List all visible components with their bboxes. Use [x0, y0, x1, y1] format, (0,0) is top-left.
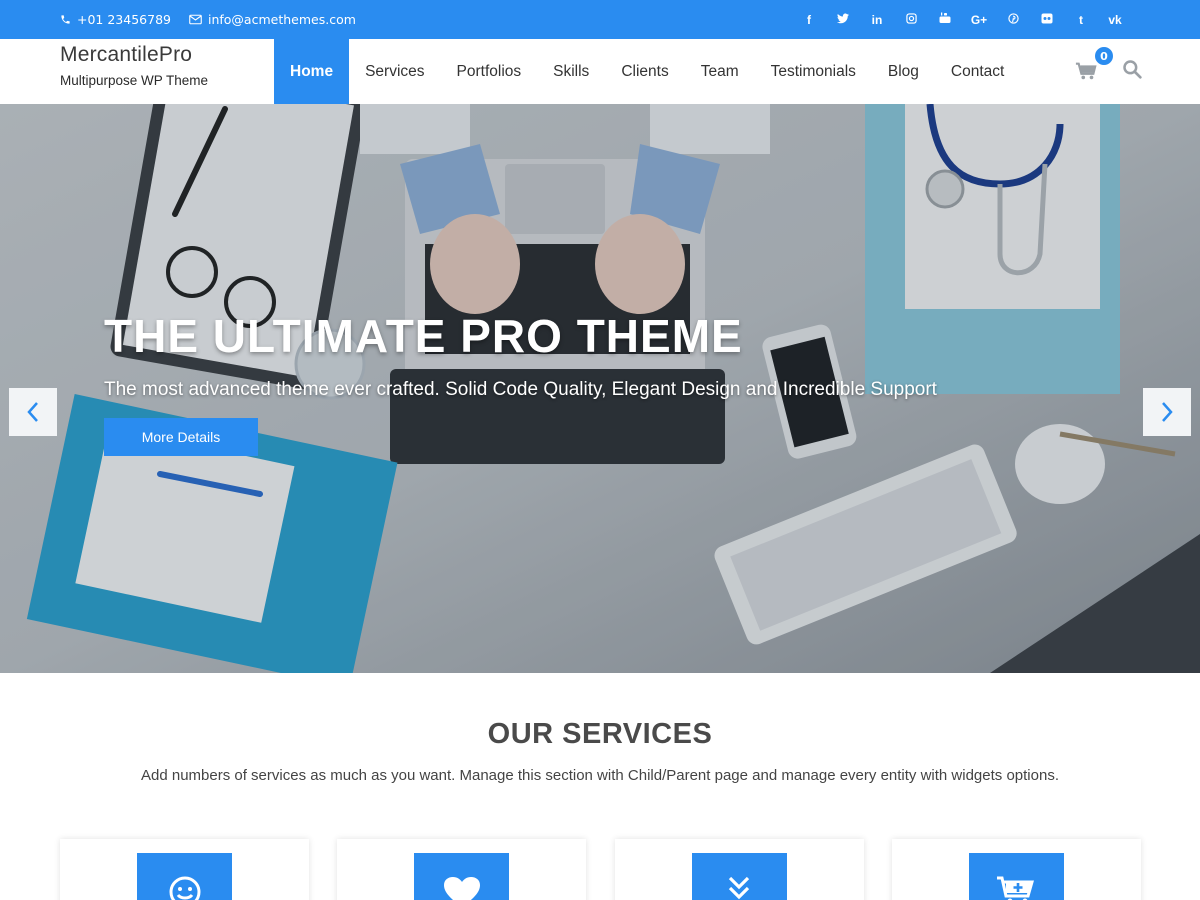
- nav-item-blog[interactable]: Blog: [872, 39, 935, 104]
- main-nav: Home Services Portfolios Skills Clients …: [274, 39, 1020, 104]
- service-icon-box: [414, 853, 510, 900]
- search-icon[interactable]: [1122, 59, 1142, 79]
- hero-title: THE ULTIMATE PRO THEME: [104, 310, 743, 362]
- instagram-icon[interactable]: [894, 12, 928, 27]
- nav-item-portfolios[interactable]: Portfolios: [441, 39, 538, 104]
- slider-next-button[interactable]: [1143, 388, 1191, 436]
- pinterest-icon[interactable]: [996, 12, 1030, 27]
- flickr-icon[interactable]: [1030, 13, 1064, 27]
- youtube-icon[interactable]: [928, 12, 962, 27]
- phone-text: +01 23456789: [77, 12, 171, 27]
- site-header: MercantilePro Multipurpose WP Theme Home…: [0, 39, 1200, 104]
- service-card[interactable]: [614, 839, 864, 900]
- linkedin-icon[interactable]: in: [860, 13, 894, 27]
- smile-icon: [169, 876, 200, 900]
- service-card[interactable]: [60, 839, 309, 900]
- nav-item-contact[interactable]: Contact: [935, 39, 1020, 104]
- slider-prev-button[interactable]: [9, 388, 57, 436]
- services-heading: OUR SERVICES: [487, 718, 713, 750]
- hero-slider: THE ULTIMATE PRO THEME The most advanced…: [0, 104, 1200, 673]
- service-card[interactable]: [337, 839, 587, 900]
- phone-icon: [61, 15, 70, 24]
- chevron-right-icon: [1162, 402, 1173, 422]
- nav-item-skills[interactable]: Skills: [537, 39, 605, 104]
- cart-count-badge: 0: [1093, 45, 1115, 67]
- nav-item-clients[interactable]: Clients: [605, 39, 684, 104]
- facebook-icon[interactable]: f: [792, 13, 826, 27]
- nav-item-home[interactable]: Home: [274, 39, 350, 104]
- nav-item-team[interactable]: Team: [685, 39, 755, 104]
- email-text: info@acmethemes.com: [207, 12, 356, 27]
- site-title[interactable]: MercantilePro: [60, 43, 208, 67]
- email-item[interactable]: info@acmethemes.com: [189, 12, 356, 27]
- more-details-button[interactable]: More Details: [104, 418, 258, 456]
- top-bar: +01 23456789 info@acmethemes.com f in G+…: [0, 0, 1200, 39]
- nav-item-services[interactable]: Services: [349, 39, 440, 104]
- envelope-icon: [189, 14, 202, 25]
- phone-item[interactable]: +01 23456789: [60, 12, 171, 27]
- site-branding[interactable]: MercantilePro Multipurpose WP Theme: [60, 43, 208, 88]
- chevron-left-icon: [27, 402, 38, 422]
- social-links: f in G+ t vk: [792, 0, 1132, 39]
- site-tagline: Multipurpose WP Theme: [60, 73, 209, 88]
- cart-plus-icon: [997, 876, 1035, 900]
- tumblr-icon[interactable]: t: [1064, 13, 1098, 27]
- contact-info: +01 23456789 info@acmethemes.com: [60, 0, 374, 39]
- double-chevron-down-icon: [729, 876, 750, 900]
- services-cards: [60, 839, 1141, 900]
- cart-icon[interactable]: [1075, 61, 1097, 81]
- nav-item-testimonials[interactable]: Testimonials: [755, 39, 872, 104]
- service-icon-box: [968, 853, 1064, 900]
- service-icon-box: [137, 853, 232, 900]
- heart-icon: [443, 877, 480, 900]
- twitter-icon[interactable]: [826, 13, 860, 27]
- google-plus-icon[interactable]: G+: [962, 13, 996, 27]
- service-card[interactable]: [891, 839, 1141, 900]
- vk-icon[interactable]: vk: [1098, 13, 1132, 27]
- service-icon-box: [691, 853, 787, 900]
- hero-subtitle: The most advanced theme ever crafted. So…: [104, 379, 937, 400]
- services-description: Add numbers of services as much as you w…: [141, 767, 1059, 784]
